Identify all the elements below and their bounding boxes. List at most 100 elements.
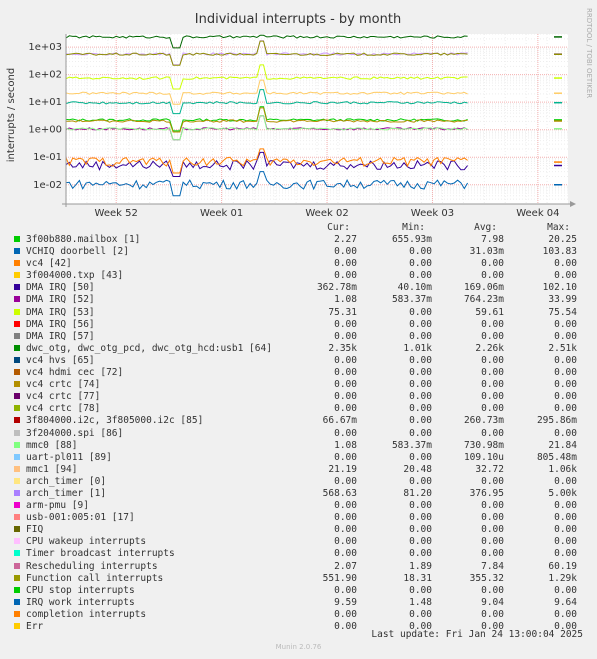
legend-name: vc4 hdmi cec [72] bbox=[26, 367, 124, 379]
legend-min: 0.00 bbox=[409, 500, 432, 512]
legend-swatch bbox=[14, 514, 20, 521]
legend-name: 3f204000.spi [86] bbox=[26, 427, 124, 439]
legend-swatch bbox=[14, 562, 20, 569]
legend-row: completion interrupts 0.00 0.00 0.00 0.00 bbox=[0, 609, 597, 621]
header-min: Min: bbox=[402, 222, 425, 233]
legend-max: 0.00 bbox=[554, 258, 577, 270]
legend-cur: 0.00 bbox=[334, 367, 357, 379]
legend-cur: 0.00 bbox=[334, 391, 357, 403]
legend-cur: 0.00 bbox=[334, 608, 357, 620]
legend-max: 0.00 bbox=[554, 367, 577, 379]
legend-min: 0.00 bbox=[409, 548, 432, 560]
legend-name: mmc1 [94] bbox=[26, 463, 78, 475]
legend-name: vc4 crtc [77] bbox=[26, 391, 101, 403]
legend-min: 0.00 bbox=[409, 451, 432, 463]
legend-swatch bbox=[14, 586, 20, 593]
legend-name: 3f00b880.mailbox [1] bbox=[26, 234, 141, 245]
legend-swatch bbox=[14, 296, 20, 303]
legend-name: DMA IRQ [52] bbox=[26, 294, 95, 306]
legend-name: vc4 hvs [65] bbox=[26, 354, 95, 366]
legend-cur: 2.07 bbox=[334, 560, 357, 572]
legend-min: 0.00 bbox=[409, 403, 432, 415]
legend-avg: 0.00 bbox=[481, 512, 504, 524]
legend-min: 0.00 bbox=[409, 415, 432, 427]
legend-row: mmc1 [94] 21.19 20.48 32.72 1.06k bbox=[0, 464, 597, 476]
legend-name: completion interrupts bbox=[26, 608, 147, 620]
legend-cur: 0.00 bbox=[334, 427, 357, 439]
legend-swatch bbox=[14, 453, 20, 460]
y-tick-label: 1e+00 bbox=[28, 125, 62, 136]
legend-swatch bbox=[14, 332, 20, 339]
legend-max: 0.00 bbox=[554, 379, 577, 391]
legend-cur: 0.00 bbox=[334, 548, 357, 560]
legend-swatch bbox=[14, 393, 20, 400]
legend-row: vc4 crtc [77] 0.00 0.00 0.00 0.00 bbox=[0, 391, 597, 403]
legend-avg: 0.00 bbox=[481, 475, 504, 487]
legend-min: 0.00 bbox=[409, 306, 432, 318]
legend-name: usb-001:005:01 [17] bbox=[26, 512, 135, 524]
legend-swatch bbox=[14, 538, 20, 545]
legend-name: arch_timer [0] bbox=[26, 475, 107, 487]
x-tick-label: Week 02 bbox=[305, 208, 348, 219]
legend-name: vc4 [42] bbox=[26, 258, 72, 270]
legend-row: dwc_otg, dwc_otg_pcd, dwc_otg_hcd:usb1 [… bbox=[0, 343, 597, 355]
legend-cur: 2.35k bbox=[328, 342, 357, 354]
legend-row: arm-pmu [9] 0.00 0.00 0.00 0.00 bbox=[0, 500, 597, 512]
legend-max: 0.00 bbox=[554, 270, 577, 282]
legend-cur: 1.08 bbox=[334, 439, 357, 451]
legend-min: 583.37m bbox=[391, 294, 432, 306]
legend-max: 0.00 bbox=[554, 524, 577, 536]
side-text: RRDTOOL / TOBI OETIKER bbox=[585, 8, 593, 98]
legend-row: vc4 [42] 0.00 0.00 0.00 0.00 bbox=[0, 258, 597, 270]
legend-cur: 21.19 bbox=[328, 463, 357, 475]
legend-avg: 0.00 bbox=[481, 258, 504, 270]
legend-max: 60.19 bbox=[548, 560, 577, 572]
legend-max: 21.84 bbox=[548, 439, 577, 451]
legend-avg: 764.23m bbox=[463, 294, 504, 306]
x-ticks: Week 52 Week 01 Week 02 Week 03 Week 04 bbox=[95, 208, 560, 219]
legend-cur: 66.67m bbox=[322, 415, 357, 427]
legend-avg: 169.06m bbox=[463, 282, 504, 294]
legend-min: 0.00 bbox=[409, 475, 432, 487]
legend-name: vc4 crtc [74] bbox=[26, 379, 101, 391]
legend: 3f00b880.mailbox [1] 2.27 655.93m 7.98 20.25… bbox=[0, 234, 597, 633]
y-tick-label: 1e-02 bbox=[33, 180, 62, 191]
y-tick-label: 1e+01 bbox=[28, 97, 62, 108]
legend-max: 0.00 bbox=[554, 391, 577, 403]
legend-max: 0.00 bbox=[554, 427, 577, 439]
legend-name: 3f804000.i2c, 3f805000.i2c [85] bbox=[26, 415, 204, 427]
legend-row: DMA IRQ [53] 75.31 0.00 59.61 75.54 bbox=[0, 307, 597, 319]
legend-swatch bbox=[14, 344, 20, 351]
legend-cur: 568.63 bbox=[322, 487, 357, 499]
legend-cur: 0.00 bbox=[334, 354, 357, 366]
legend-cur: 0.00 bbox=[334, 451, 357, 463]
legend-row: arch_timer [1] 568.63 81.20 376.95 5.00k bbox=[0, 488, 597, 500]
legend-avg: 9.04 bbox=[481, 596, 504, 608]
header-cur: Cur: bbox=[327, 222, 350, 233]
legend-row: 3f004000.txp [43] 0.00 0.00 0.00 0.00 bbox=[0, 270, 597, 282]
legend-avg: 0.00 bbox=[481, 379, 504, 391]
legend-avg: 0.00 bbox=[481, 270, 504, 282]
legend-max: 1.06k bbox=[548, 463, 577, 475]
legend-cur: 0.00 bbox=[334, 536, 357, 548]
header-avg: Avg: bbox=[474, 222, 497, 233]
legend-row: vc4 crtc [78] 0.00 0.00 0.00 0.00 bbox=[0, 403, 597, 415]
legend-min: 0.00 bbox=[409, 354, 432, 366]
legend-swatch bbox=[14, 465, 20, 472]
legend-name: arm-pmu [9] bbox=[26, 500, 89, 512]
legend-avg: 0.00 bbox=[481, 318, 504, 330]
legend-swatch bbox=[14, 489, 20, 496]
y-ticks: 1e+03 1e+02 1e+01 1e+00 1e-01 1e-02 bbox=[28, 42, 62, 191]
legend-swatch bbox=[14, 574, 20, 581]
legend-avg: 0.00 bbox=[481, 536, 504, 548]
legend-row: VCHIQ doorbell [2] 0.00 0.00 31.03m 103.83 bbox=[0, 246, 597, 258]
legend-avg: 59.61 bbox=[475, 306, 504, 318]
legend-min: 0.00 bbox=[409, 367, 432, 379]
legend-swatch bbox=[14, 284, 20, 291]
legend-min: 0.00 bbox=[409, 512, 432, 524]
legend-avg: 0.00 bbox=[481, 354, 504, 366]
legend-min: 0.00 bbox=[409, 584, 432, 596]
legend-min: 1.89 bbox=[409, 560, 432, 572]
legend-max: 0.00 bbox=[554, 584, 577, 596]
legend-swatch bbox=[14, 236, 20, 242]
